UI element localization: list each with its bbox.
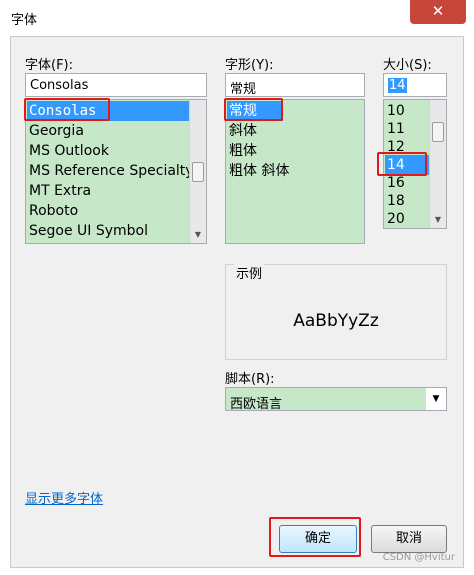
font-item-ms-outlook[interactable]: MS Outlook bbox=[27, 141, 109, 161]
font-item-georgia[interactable]: Georgia bbox=[27, 121, 84, 141]
size-input[interactable]: 14 bbox=[383, 73, 447, 97]
sample-preview: AaBbYyZz bbox=[293, 311, 379, 331]
style-item-italic[interactable]: 斜体 bbox=[227, 121, 257, 141]
highlight-box-ok bbox=[269, 517, 361, 557]
style-item-bold[interactable]: 粗体 bbox=[227, 141, 257, 161]
scroll-down-arrow-icon[interactable]: ▼ bbox=[190, 226, 206, 243]
size-label: 大小(S): bbox=[383, 58, 432, 73]
style-input[interactable]: 常规 bbox=[225, 73, 365, 97]
size-item-18[interactable]: 18 bbox=[385, 191, 405, 211]
size-list-scroll-thumb[interactable] bbox=[432, 122, 444, 142]
show-more-fonts-link[interactable]: 显示更多字体 bbox=[25, 488, 103, 507]
sample-label: 示例 bbox=[234, 263, 265, 282]
size-item-16[interactable]: 16 bbox=[385, 173, 405, 193]
cancel-button[interactable]: 取消 bbox=[371, 525, 447, 553]
font-item-roboto[interactable]: Roboto bbox=[27, 201, 78, 221]
style-label: 字形(Y): bbox=[225, 58, 274, 73]
sample-group: 示例 AaBbYyZz bbox=[225, 263, 447, 360]
script-select[interactable]: 西欧语言 ▼ bbox=[225, 387, 447, 412]
font-list-scroll-thumb[interactable] bbox=[192, 162, 204, 182]
highlight-box-style bbox=[224, 98, 283, 121]
font-label: 字体(F): bbox=[25, 58, 74, 73]
script-select-value: 西欧语言 bbox=[230, 397, 283, 412]
title-bar: 字体 ✕ bbox=[0, 0, 474, 36]
font-input[interactable]: Consolas bbox=[25, 73, 207, 97]
font-item-mt-extra[interactable]: MT Extra bbox=[27, 181, 91, 201]
size-list-scrollbar[interactable]: ▼ bbox=[429, 100, 446, 228]
scroll-down-arrow-icon[interactable]: ▼ bbox=[430, 211, 446, 228]
script-label: 脚本(R): bbox=[225, 372, 275, 387]
font-item-ms-reference-specialty[interactable]: MS Reference Specialty bbox=[27, 161, 189, 181]
size-item-11[interactable]: 11 bbox=[385, 119, 405, 139]
dialog-title: 字体 bbox=[11, 13, 38, 28]
chevron-down-icon[interactable]: ▼ bbox=[426, 388, 446, 410]
size-item-10[interactable]: 10 bbox=[385, 101, 405, 121]
font-dialog: 字体 ✕ 字体(F): Consolas Consolas Georgia MS… bbox=[0, 0, 474, 575]
style-item-bold-italic[interactable]: 粗体 斜体 bbox=[227, 161, 289, 181]
highlight-box-font bbox=[24, 98, 110, 121]
size-item-20[interactable]: 20 bbox=[385, 209, 405, 228]
highlight-box-size bbox=[377, 152, 427, 176]
close-icon: ✕ bbox=[431, 2, 445, 20]
font-item-segoe-ui-symbol[interactable]: Segoe UI Symbol bbox=[27, 221, 148, 241]
close-button[interactable]: ✕ bbox=[410, 0, 466, 24]
dialog-body: 字体(F): Consolas Consolas Georgia MS Outl… bbox=[10, 36, 464, 568]
watermark: CSDN @Hvitur bbox=[382, 552, 455, 563]
size-input-selected-text: 14 bbox=[388, 78, 407, 93]
font-list-scrollbar[interactable]: ▼ bbox=[189, 100, 206, 243]
